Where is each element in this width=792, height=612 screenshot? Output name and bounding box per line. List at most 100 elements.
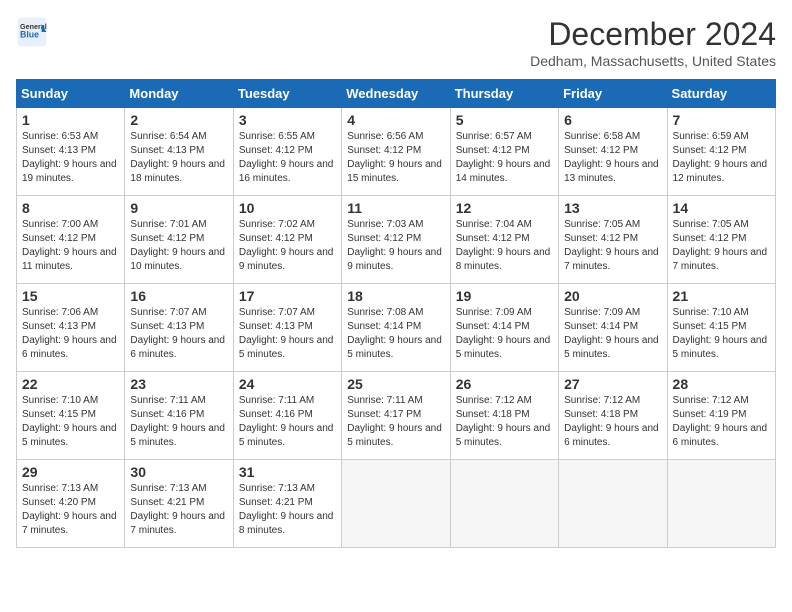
calendar-week-row: 8 Sunrise: 7:00 AM Sunset: 4:12 PM Dayli…: [17, 196, 776, 284]
day-number: 17: [239, 288, 336, 304]
cell-info: Sunrise: 7:04 AM Sunset: 4:12 PM Dayligh…: [456, 218, 553, 274]
day-number: 25: [347, 376, 444, 392]
calendar-day-cell: 12 Sunrise: 7:04 AM Sunset: 4:12 PM Dayl…: [450, 196, 558, 284]
day-number: 21: [673, 288, 770, 304]
cell-info: Sunrise: 7:12 AM Sunset: 4:18 PM Dayligh…: [456, 394, 553, 450]
cell-info: Sunrise: 7:07 AM Sunset: 4:13 PM Dayligh…: [130, 306, 227, 362]
cell-info: Sunrise: 7:08 AM Sunset: 4:14 PM Dayligh…: [347, 306, 444, 362]
weekday-header-row: SundayMondayTuesdayWednesdayThursdayFrid…: [17, 80, 776, 108]
day-number: 4: [347, 112, 444, 128]
calendar-day-cell: 9 Sunrise: 7:01 AM Sunset: 4:12 PM Dayli…: [125, 196, 233, 284]
cell-info: Sunrise: 7:07 AM Sunset: 4:13 PM Dayligh…: [239, 306, 336, 362]
day-number: 19: [456, 288, 553, 304]
day-number: 2: [130, 112, 227, 128]
calendar-day-cell: [450, 460, 558, 548]
calendar-day-cell: 17 Sunrise: 7:07 AM Sunset: 4:13 PM Dayl…: [233, 284, 341, 372]
cell-info: Sunrise: 7:11 AM Sunset: 4:16 PM Dayligh…: [130, 394, 227, 450]
day-number: 23: [130, 376, 227, 392]
calendar-day-cell: [667, 460, 775, 548]
weekday-header: Tuesday: [233, 80, 341, 108]
day-number: 1: [22, 112, 119, 128]
calendar-day-cell: 21 Sunrise: 7:10 AM Sunset: 4:15 PM Dayl…: [667, 284, 775, 372]
month-title: December 2024: [530, 16, 776, 53]
calendar-day-cell: 28 Sunrise: 7:12 AM Sunset: 4:19 PM Dayl…: [667, 372, 775, 460]
cell-info: Sunrise: 7:05 AM Sunset: 4:12 PM Dayligh…: [673, 218, 770, 274]
weekday-header: Monday: [125, 80, 233, 108]
cell-info: Sunrise: 6:54 AM Sunset: 4:13 PM Dayligh…: [130, 130, 227, 186]
cell-info: Sunrise: 6:58 AM Sunset: 4:12 PM Dayligh…: [564, 130, 661, 186]
cell-info: Sunrise: 7:03 AM Sunset: 4:12 PM Dayligh…: [347, 218, 444, 274]
cell-info: Sunrise: 7:10 AM Sunset: 4:15 PM Dayligh…: [22, 394, 119, 450]
day-number: 7: [673, 112, 770, 128]
calendar-week-row: 29 Sunrise: 7:13 AM Sunset: 4:20 PM Dayl…: [17, 460, 776, 548]
calendar-day-cell: 31 Sunrise: 7:13 AM Sunset: 4:21 PM Dayl…: [233, 460, 341, 548]
calendar-day-cell: 11 Sunrise: 7:03 AM Sunset: 4:12 PM Dayl…: [342, 196, 450, 284]
weekday-header: Sunday: [17, 80, 125, 108]
title-area: December 2024 Dedham, Massachusetts, Uni…: [530, 16, 776, 69]
day-number: 6: [564, 112, 661, 128]
day-number: 29: [22, 464, 119, 480]
calendar-day-cell: 30 Sunrise: 7:13 AM Sunset: 4:21 PM Dayl…: [125, 460, 233, 548]
cell-info: Sunrise: 6:55 AM Sunset: 4:12 PM Dayligh…: [239, 130, 336, 186]
calendar-day-cell: 20 Sunrise: 7:09 AM Sunset: 4:14 PM Dayl…: [559, 284, 667, 372]
cell-info: Sunrise: 7:09 AM Sunset: 4:14 PM Dayligh…: [564, 306, 661, 362]
calendar-day-cell: 18 Sunrise: 7:08 AM Sunset: 4:14 PM Dayl…: [342, 284, 450, 372]
calendar-day-cell: [559, 460, 667, 548]
cell-info: Sunrise: 6:56 AM Sunset: 4:12 PM Dayligh…: [347, 130, 444, 186]
day-number: 8: [22, 200, 119, 216]
day-number: 13: [564, 200, 661, 216]
calendar-day-cell: 14 Sunrise: 7:05 AM Sunset: 4:12 PM Dayl…: [667, 196, 775, 284]
day-number: 27: [564, 376, 661, 392]
day-number: 12: [456, 200, 553, 216]
weekday-header: Friday: [559, 80, 667, 108]
cell-info: Sunrise: 7:10 AM Sunset: 4:15 PM Dayligh…: [673, 306, 770, 362]
weekday-header: Wednesday: [342, 80, 450, 108]
day-number: 31: [239, 464, 336, 480]
cell-info: Sunrise: 6:57 AM Sunset: 4:12 PM Dayligh…: [456, 130, 553, 186]
calendar-day-cell: 22 Sunrise: 7:10 AM Sunset: 4:15 PM Dayl…: [17, 372, 125, 460]
day-number: 26: [456, 376, 553, 392]
cell-info: Sunrise: 7:09 AM Sunset: 4:14 PM Dayligh…: [456, 306, 553, 362]
calendar-day-cell: 24 Sunrise: 7:11 AM Sunset: 4:16 PM Dayl…: [233, 372, 341, 460]
day-number: 24: [239, 376, 336, 392]
weekday-header: Thursday: [450, 80, 558, 108]
cell-info: Sunrise: 7:13 AM Sunset: 4:20 PM Dayligh…: [22, 482, 119, 538]
day-number: 5: [456, 112, 553, 128]
cell-info: Sunrise: 7:11 AM Sunset: 4:16 PM Dayligh…: [239, 394, 336, 450]
day-number: 15: [22, 288, 119, 304]
day-number: 10: [239, 200, 336, 216]
calendar-day-cell: 15 Sunrise: 7:06 AM Sunset: 4:13 PM Dayl…: [17, 284, 125, 372]
calendar-day-cell: 13 Sunrise: 7:05 AM Sunset: 4:12 PM Dayl…: [559, 196, 667, 284]
day-number: 30: [130, 464, 227, 480]
calendar-day-cell: 29 Sunrise: 7:13 AM Sunset: 4:20 PM Dayl…: [17, 460, 125, 548]
calendar-day-cell: 4 Sunrise: 6:56 AM Sunset: 4:12 PM Dayli…: [342, 108, 450, 196]
cell-info: Sunrise: 7:11 AM Sunset: 4:17 PM Dayligh…: [347, 394, 444, 450]
cell-info: Sunrise: 7:00 AM Sunset: 4:12 PM Dayligh…: [22, 218, 119, 274]
calendar-day-cell: 2 Sunrise: 6:54 AM Sunset: 4:13 PM Dayli…: [125, 108, 233, 196]
day-number: 22: [22, 376, 119, 392]
svg-text:Blue: Blue: [20, 30, 39, 40]
calendar-day-cell: 8 Sunrise: 7:00 AM Sunset: 4:12 PM Dayli…: [17, 196, 125, 284]
calendar-day-cell: 23 Sunrise: 7:11 AM Sunset: 4:16 PM Dayl…: [125, 372, 233, 460]
cell-info: Sunrise: 7:12 AM Sunset: 4:19 PM Dayligh…: [673, 394, 770, 450]
logo: General Blue: [16, 16, 48, 48]
cell-info: Sunrise: 6:53 AM Sunset: 4:13 PM Dayligh…: [22, 130, 119, 186]
cell-info: Sunrise: 7:06 AM Sunset: 4:13 PM Dayligh…: [22, 306, 119, 362]
day-number: 20: [564, 288, 661, 304]
calendar-week-row: 15 Sunrise: 7:06 AM Sunset: 4:13 PM Dayl…: [17, 284, 776, 372]
calendar-day-cell: 6 Sunrise: 6:58 AM Sunset: 4:12 PM Dayli…: [559, 108, 667, 196]
calendar-day-cell: [342, 460, 450, 548]
day-number: 9: [130, 200, 227, 216]
calendar-week-row: 1 Sunrise: 6:53 AM Sunset: 4:13 PM Dayli…: [17, 108, 776, 196]
page-header: General Blue December 2024 Dedham, Massa…: [16, 16, 776, 69]
day-number: 3: [239, 112, 336, 128]
calendar-day-cell: 26 Sunrise: 7:12 AM Sunset: 4:18 PM Dayl…: [450, 372, 558, 460]
cell-info: Sunrise: 7:02 AM Sunset: 4:12 PM Dayligh…: [239, 218, 336, 274]
day-number: 14: [673, 200, 770, 216]
weekday-header: Saturday: [667, 80, 775, 108]
calendar-day-cell: 7 Sunrise: 6:59 AM Sunset: 4:12 PM Dayli…: [667, 108, 775, 196]
calendar-week-row: 22 Sunrise: 7:10 AM Sunset: 4:15 PM Dayl…: [17, 372, 776, 460]
calendar-day-cell: 16 Sunrise: 7:07 AM Sunset: 4:13 PM Dayl…: [125, 284, 233, 372]
calendar-table: SundayMondayTuesdayWednesdayThursdayFrid…: [16, 79, 776, 548]
cell-info: Sunrise: 7:13 AM Sunset: 4:21 PM Dayligh…: [130, 482, 227, 538]
